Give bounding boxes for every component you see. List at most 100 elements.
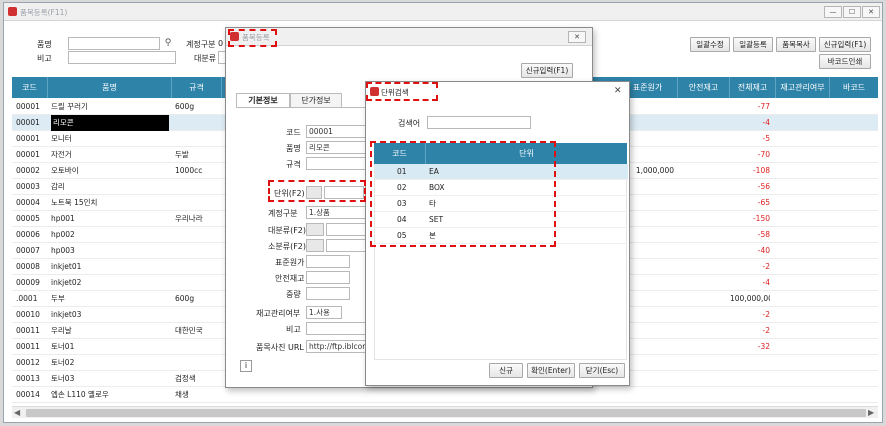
cell-spec: 대한민국 <box>175 326 203 335</box>
cell-name: inkjet02 <box>51 278 82 287</box>
cell-code: 00001 <box>16 134 40 143</box>
tab-basic-info[interactable]: 기본정보 <box>236 93 290 108</box>
major-code-field[interactable] <box>306 223 324 236</box>
account-label: 계정구분 <box>268 209 298 218</box>
copy-item-button[interactable]: 품목복사 <box>776 37 816 52</box>
stock-mgmt-select[interactable]: 1.사용 <box>306 306 342 319</box>
cell-total: -5 <box>762 134 770 143</box>
col-safety-stock[interactable]: 안전재고 <box>678 77 730 98</box>
cell-code: 00011 <box>16 326 40 335</box>
cell-spec: 우리나라 <box>175 214 203 223</box>
unit-new-button[interactable]: 신규 <box>489 363 523 378</box>
cell-name: 오토바이 <box>51 166 79 175</box>
item-dialog-close-button[interactable]: ✕ <box>568 31 586 43</box>
col-name[interactable]: 품명 <box>48 77 172 98</box>
code-field[interactable]: 00001 <box>306 125 366 138</box>
cell-name: inkjet03 <box>51 310 82 319</box>
cell-total: 100,000,000 <box>730 294 770 303</box>
cell-spec: 1000cc <box>175 166 203 175</box>
scrollbar-thumb[interactable] <box>26 409 866 417</box>
cell-total: -56 <box>757 182 770 191</box>
cell-name: 모니터 <box>51 134 72 143</box>
item-dialog-titlebar: 품목등록 ✕ <box>226 28 592 46</box>
minor-code-field[interactable] <box>306 239 324 252</box>
cell-spec <box>175 307 221 323</box>
cell-name: 드릴 꾸러기 <box>51 102 88 111</box>
main-title: 품목등록(F11) <box>20 8 68 17</box>
scroll-left-icon[interactable]: ◀ <box>14 408 20 417</box>
cell-name: inkjet01 <box>51 262 82 271</box>
filter-major-label: 대분류 <box>194 54 217 63</box>
cell-total: -108 <box>752 166 770 175</box>
cell-code: 00011 <box>16 342 40 351</box>
cell-name: 노트북 15인치 <box>51 198 98 207</box>
col-total-stock[interactable]: 전체재고 <box>730 77 776 98</box>
cell-spec <box>175 179 221 195</box>
unit-dialog-close-icon[interactable]: ✕ <box>614 86 622 96</box>
stock-mgmt-label: 재고관리여부 <box>256 309 301 318</box>
horizontal-scrollbar[interactable]: ◀ ▶ <box>12 406 878 418</box>
cell-code: 00001 <box>16 102 40 111</box>
table-row[interactable]: 00014 엡손 L110 옐로우 채생 <box>12 387 878 403</box>
bulk-register-button[interactable]: 일괄등록 <box>733 37 773 52</box>
close-button[interactable]: ✕ <box>862 6 880 18</box>
highlight-unit-list <box>370 141 556 247</box>
col-spec[interactable]: 규격 <box>172 77 222 98</box>
cell-code: 00013 <box>16 374 40 383</box>
col-code[interactable]: 코드 <box>12 77 48 98</box>
filter-account-value[interactable]: 0 <box>218 39 223 48</box>
app-icon <box>8 7 17 16</box>
tab-price-info[interactable]: 단가정보 <box>290 93 342 108</box>
minor-name-field[interactable] <box>326 239 366 252</box>
cell-total: -2 <box>762 262 770 271</box>
new-input-button[interactable]: 신규입력(F1) <box>819 37 871 52</box>
unit-close-button[interactable]: 닫기(Esc) <box>579 363 625 378</box>
filter-note-input[interactable] <box>68 51 176 64</box>
unit-search-input[interactable] <box>427 116 531 129</box>
minimize-button[interactable]: — <box>824 6 842 18</box>
col-barcode[interactable]: 바코드 <box>830 77 878 98</box>
major-name-field[interactable] <box>326 223 366 236</box>
cell-total: -58 <box>757 230 770 239</box>
note-label: 비고 <box>286 325 301 334</box>
bulk-edit-button[interactable]: 일괄수정 <box>690 37 730 52</box>
account-select[interactable]: 1.상품 <box>306 206 366 219</box>
col-stock-mgmt[interactable]: 재고관리여부 <box>776 77 830 98</box>
cell-total: -2 <box>762 310 770 319</box>
info-icon[interactable]: i <box>240 360 252 372</box>
search-icon[interactable]: ⚲ <box>162 37 174 50</box>
safety-stock-field[interactable] <box>306 271 350 284</box>
filter-account-label: 계정구분 <box>186 40 216 49</box>
cell-total: -4 <box>762 278 770 287</box>
item-name-field[interactable]: 리모콘 <box>306 141 366 154</box>
cell-spec <box>175 243 221 259</box>
cell-name: 리모콘 <box>51 115 169 131</box>
cell-spec: 검정색 <box>175 374 196 383</box>
std-cost-field[interactable] <box>306 255 350 268</box>
photo-url-field[interactable]: http://ftp.iblcor.j <box>306 340 366 353</box>
barcode-print-button[interactable]: 바코드인쇄 <box>819 54 871 69</box>
cell-code: 00001 <box>16 150 40 159</box>
spec-field[interactable] <box>306 157 366 170</box>
cell-name: 우리날 <box>51 326 72 335</box>
cell-spec: 600g <box>175 102 195 111</box>
cell-total: -70 <box>757 150 770 159</box>
filter-name-input[interactable] <box>68 37 160 50</box>
cell-spec: 채생 <box>175 390 189 399</box>
cell-total <box>730 387 770 403</box>
note-field[interactable] <box>306 322 366 335</box>
scroll-right-icon[interactable]: ▶ <box>868 408 874 417</box>
cell-code: 00002 <box>16 166 40 175</box>
cell-spec <box>175 131 221 147</box>
code-label: 코드 <box>286 128 301 137</box>
dialog-new-input-button[interactable]: 신규입력(F1) <box>521 63 573 78</box>
cell-spec <box>175 355 221 371</box>
maximize-button[interactable]: ☐ <box>843 6 861 18</box>
cell-name: 감리 <box>51 182 65 191</box>
cell-code: 00009 <box>16 278 40 287</box>
weight-field[interactable] <box>306 287 350 300</box>
main-titlebar: 품목등록(F11) — ☐ ✕ <box>4 3 882 21</box>
cell-code: 00007 <box>16 246 40 255</box>
cell-total <box>730 371 770 387</box>
unit-confirm-button[interactable]: 확인(Enter) <box>527 363 575 378</box>
